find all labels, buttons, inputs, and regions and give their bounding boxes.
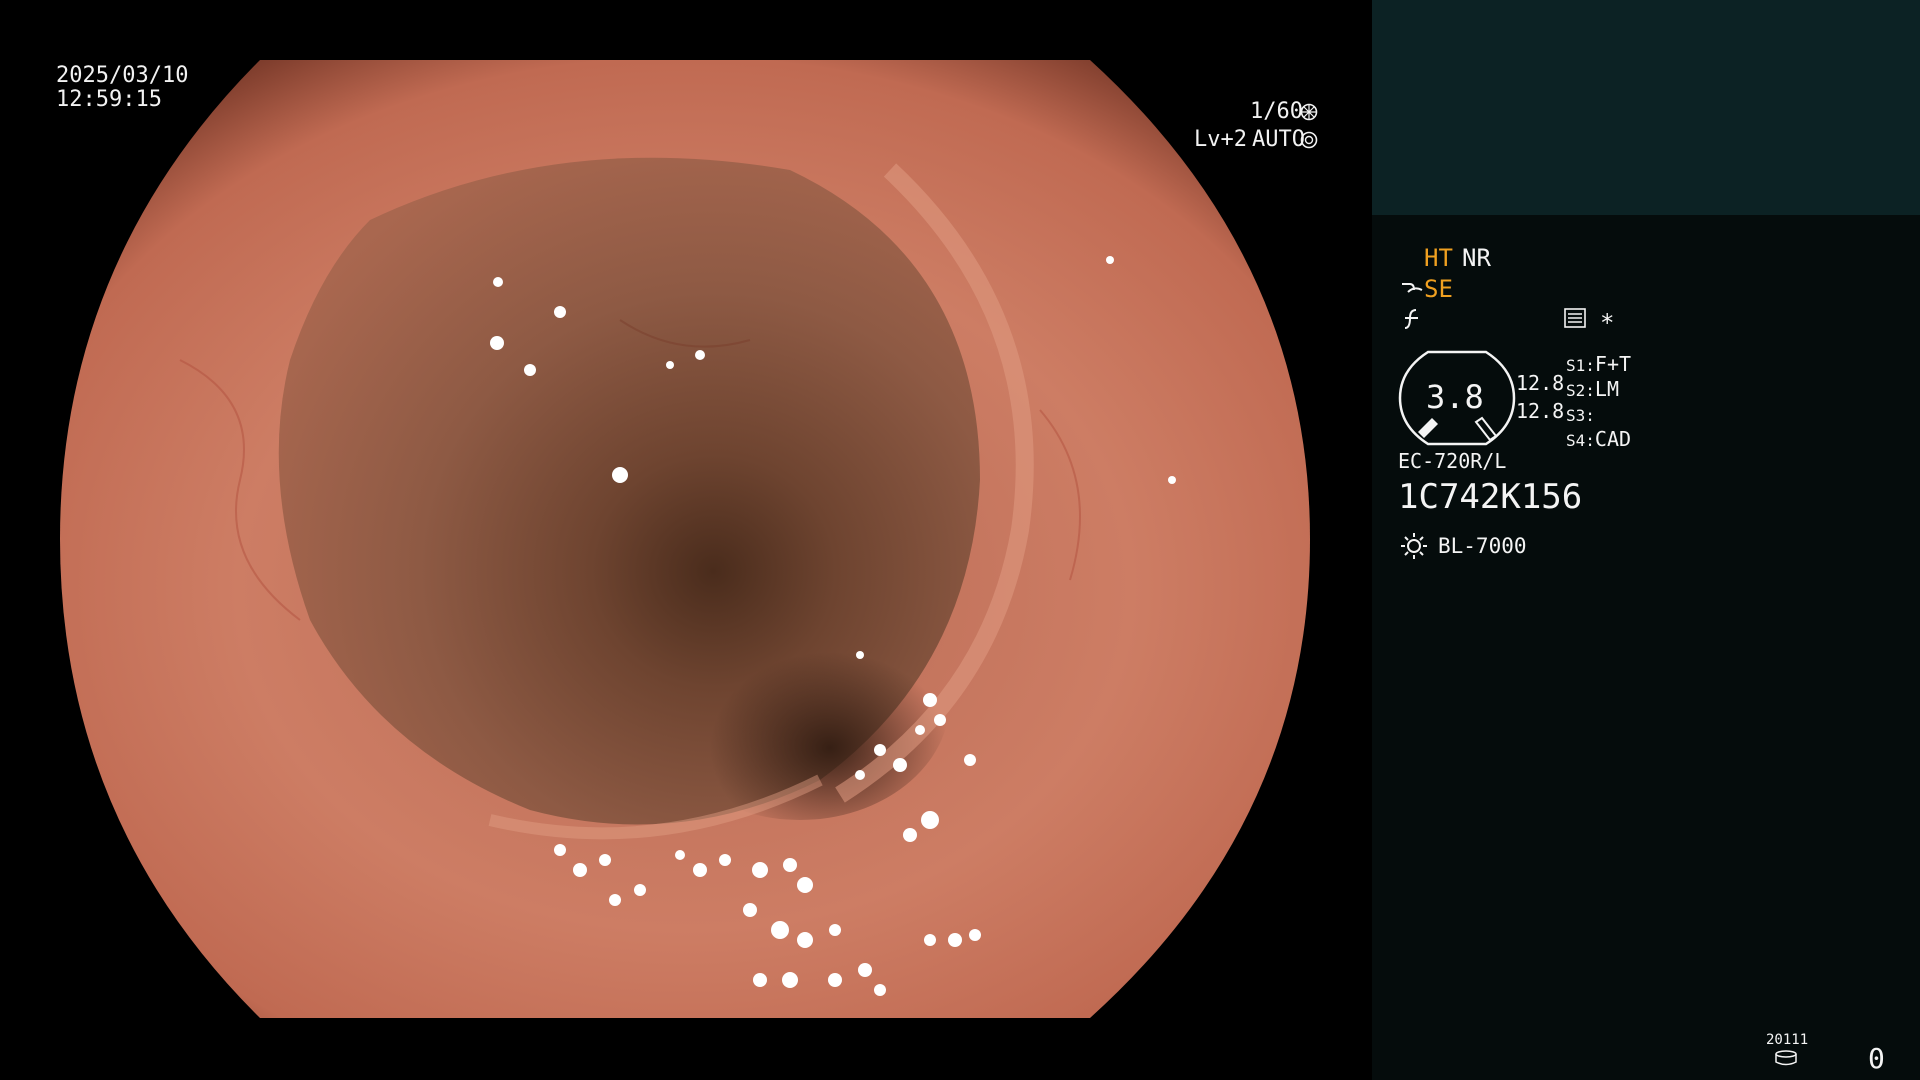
shutter-icon [1300,103,1318,121]
shutter-label: 1/60 [1250,99,1303,124]
record-code: 20111 [1766,1032,1809,1048]
light-source-label: BL-7000 [1438,534,1527,558]
record-count: 0 [1868,1042,1885,1075]
switch-key: S1: [1566,356,1595,375]
gauge-value: 3.8 [1426,378,1484,416]
switch-key: S2: [1566,381,1595,400]
date-label: 2025/03/10 [56,63,189,88]
menu-icon [1564,308,1586,328]
switch-key: S3: [1566,406,1595,425]
mode-nr: NR [1462,244,1491,272]
info-panel: HT NR SE * 3.8 12.8 12.8 S1:F+T S2:LM S3… [1372,0,1920,1080]
panel-top-area [1372,0,1920,215]
enhance-icon [1402,283,1423,293]
switch-item: S4:CAD [1566,425,1631,454]
asterisk-label: * [1600,309,1615,337]
switch-key: S4: [1566,431,1595,450]
level-label: Lv+2 [1194,127,1247,152]
iris-icon [1300,131,1318,149]
switch-value: LM [1594,377,1619,401]
mode-se: SE [1424,275,1453,303]
endoscope-image [60,60,1310,1018]
scope-model: EC-720R/L [1398,449,1507,473]
switch-value: F+T [1594,352,1632,376]
scope-serial: 1C742K156 [1398,477,1583,517]
gauge-side-2: 12.8 [1516,399,1565,423]
iris-mode-label: AUTO [1252,127,1305,152]
switch-value: CAD [1594,427,1632,451]
mode-ht: HT [1424,244,1453,272]
time-label: 12:59:15 [56,87,162,112]
video-area: 2025/03/10 12:59:15 1/60 Lv+2 AUTO [0,0,1372,1080]
light-source-icon [1401,533,1427,559]
freeze-icon [1404,309,1418,329]
storage-icon [1775,1050,1797,1066]
gauge-side-1: 12.8 [1516,371,1565,395]
